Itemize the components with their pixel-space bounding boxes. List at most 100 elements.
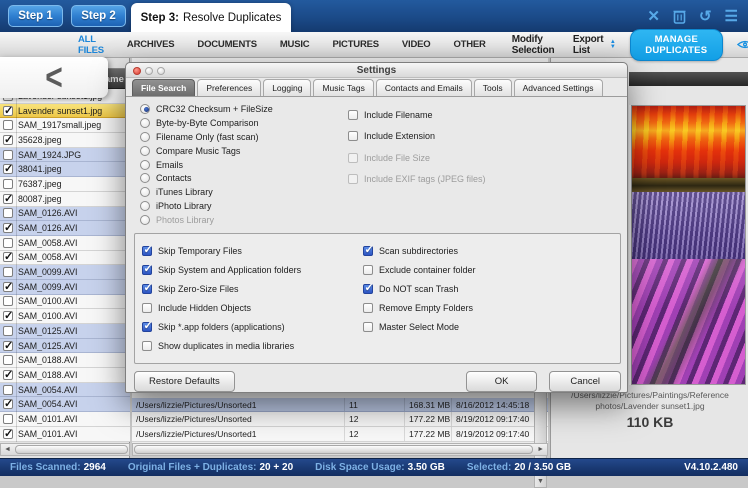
file-row[interactable]: 35628.jpeg (0, 133, 130, 148)
radio-icon[interactable] (140, 117, 150, 128)
file-checkbox[interactable] (3, 280, 13, 293)
filter-tab[interactable]: OTHER (453, 39, 485, 50)
file-checkbox[interactable] (3, 208, 13, 219)
file-row[interactable]: SAM_0188.AVI (0, 353, 130, 369)
file-checkbox[interactable] (3, 104, 13, 117)
window-zoom-icon[interactable] (157, 66, 165, 75)
settings-tab[interactable]: Tools (473, 79, 512, 96)
checkbox-icon[interactable] (348, 174, 358, 185)
file-row[interactable]: SAM_0126.AVI (0, 206, 130, 222)
file-row[interactable]: SAM_0188.AVI (0, 368, 130, 383)
settings-tab[interactable]: File Search (132, 79, 196, 96)
radio-option[interactable]: Contacts (140, 171, 273, 185)
checkbox-icon[interactable] (348, 109, 358, 120)
file-row[interactable]: 76387.jpeg (0, 177, 130, 192)
scrollbar-thumb[interactable] (14, 445, 128, 454)
checkbox-option[interactable]: Exclude container folder (363, 260, 476, 279)
checkbox-icon[interactable] (142, 340, 152, 351)
file-row[interactable]: SAM_0100.AVI (0, 309, 130, 324)
file-row[interactable]: 38041.jpeg (0, 162, 130, 178)
file-checkbox[interactable] (3, 413, 13, 424)
checkbox-icon[interactable] (363, 321, 373, 332)
radio-option[interactable]: Filename Only (fast scan) (140, 130, 273, 144)
file-checkbox[interactable] (3, 162, 13, 175)
back-button[interactable]: < (0, 57, 108, 98)
trash-icon[interactable] (673, 9, 686, 24)
window-minimize-icon[interactable] (145, 66, 153, 75)
file-checkbox[interactable] (3, 250, 13, 263)
file-row[interactable]: SAM_0126.AVI (0, 221, 130, 236)
detail-row[interactable]: /Users/lizzie/Pictures/Unsorted1 11 168.… (132, 397, 548, 413)
checkbox-option[interactable]: Include Extension (348, 126, 486, 148)
file-checkbox[interactable] (3, 221, 13, 234)
manage-duplicates-button[interactable]: MANAGE DUPLICATES (629, 28, 723, 61)
scroll-right-icon[interactable]: ► (534, 446, 547, 453)
tab-step3-resolve-duplicates[interactable]: Step 3: Resolve Duplicates (131, 3, 291, 32)
radio-option[interactable]: iTunes Library (140, 185, 273, 199)
file-row[interactable]: SAM_1924.JPG (0, 147, 130, 163)
settings-tab[interactable]: Logging (263, 79, 312, 96)
file-row[interactable]: Lavender sunset1.jpg (0, 104, 130, 119)
checkbox-option[interactable]: Remove Empty Folders (363, 298, 476, 317)
radio-icon[interactable] (140, 173, 150, 184)
checkbox-option[interactable]: Master Select Mode (363, 317, 476, 336)
file-checkbox[interactable] (3, 384, 13, 395)
settings-tab[interactable]: Preferences (197, 79, 262, 96)
filter-tab[interactable]: DOCUMENTS (197, 39, 257, 50)
detail-row[interactable]: /Users/lizzie/Pictures/Unsorted1 12 177.… (132, 427, 548, 442)
checkbox-option[interactable]: Include Hidden Objects (142, 298, 301, 317)
radio-icon[interactable] (140, 103, 150, 114)
file-checkbox[interactable] (3, 120, 13, 131)
detail-row[interactable]: /Users/lizzie/Pictures/Unsorted 12 177.2… (132, 412, 548, 428)
filter-tab[interactable]: PICTURES (332, 39, 379, 50)
radio-option[interactable]: iPhoto Library (140, 199, 273, 213)
checkbox-option[interactable]: Skip System and Application folders (142, 260, 301, 279)
checkbox-icon[interactable] (142, 281, 153, 294)
file-checkbox[interactable] (3, 192, 13, 205)
checkbox-option[interactable]: Skip Temporary Files (142, 241, 301, 260)
file-row[interactable]: SAM_0099.AVI (0, 280, 130, 295)
checkbox-icon[interactable] (363, 243, 374, 256)
radio-option[interactable]: Byte-by-Byte Comparison (140, 116, 273, 130)
filter-tab[interactable]: ARCHIVES (127, 39, 175, 50)
filter-tab[interactable]: VIDEO (402, 39, 431, 50)
file-checkbox[interactable] (3, 149, 13, 160)
file-checkbox[interactable] (3, 397, 13, 410)
checkbox-option[interactable]: Include EXIF tags (JPEG files) (348, 169, 486, 191)
window-close-icon[interactable] (133, 66, 141, 75)
settings-tab[interactable]: Contacts and Emails (375, 79, 472, 96)
radio-icon[interactable] (140, 145, 150, 156)
checkbox-option[interactable]: Include File Size (348, 147, 486, 169)
radio-option[interactable]: Compare Music Tags (140, 144, 273, 158)
file-checkbox[interactable] (3, 309, 13, 322)
checkbox-icon[interactable] (142, 319, 153, 332)
checkbox-option[interactable]: Include Filename (348, 104, 486, 126)
restore-defaults-button[interactable]: Restore Defaults (134, 371, 235, 392)
cancel-button[interactable]: Cancel (549, 371, 621, 392)
scrollbar-thumb[interactable] (134, 445, 534, 454)
file-checkbox[interactable] (3, 296, 13, 307)
file-row[interactable]: SAM_1917small.jpeg (0, 118, 130, 134)
radio-option[interactable]: CRC32 Checksum + FileSize (140, 102, 273, 116)
checkbox-icon[interactable] (348, 152, 358, 163)
file-row[interactable]: SAM_0058.AVI (0, 235, 130, 251)
filter-tab[interactable]: ALL FILES (78, 34, 104, 56)
radio-icon[interactable] (140, 131, 150, 142)
radio-icon[interactable] (140, 201, 150, 212)
checkbox-icon[interactable] (142, 262, 153, 275)
checkbox-option[interactable]: Scan subdirectories (363, 241, 476, 260)
file-row[interactable]: SAM_0125.AVI (0, 339, 130, 354)
file-checkbox[interactable] (3, 368, 13, 381)
file-checkbox[interactable] (3, 237, 13, 248)
step-button[interactable]: Step 1 (8, 5, 63, 27)
settings-tab[interactable]: Advanced Settings (513, 79, 603, 96)
detail-hscrollbar[interactable]: ► (132, 443, 548, 456)
settings-tab[interactable]: Music Tags (313, 79, 374, 96)
file-checkbox[interactable] (3, 325, 13, 336)
close-icon[interactable]: ✕ (647, 9, 660, 24)
file-checkbox[interactable] (3, 427, 13, 440)
undo-icon[interactable]: ↺ (699, 9, 712, 24)
file-row[interactable]: SAM_0125.AVI (0, 324, 130, 339)
export-list-updown-icon[interactable]: ▲ ▼ (610, 39, 616, 50)
file-row[interactable]: SAM_0054.AVI (0, 397, 130, 413)
